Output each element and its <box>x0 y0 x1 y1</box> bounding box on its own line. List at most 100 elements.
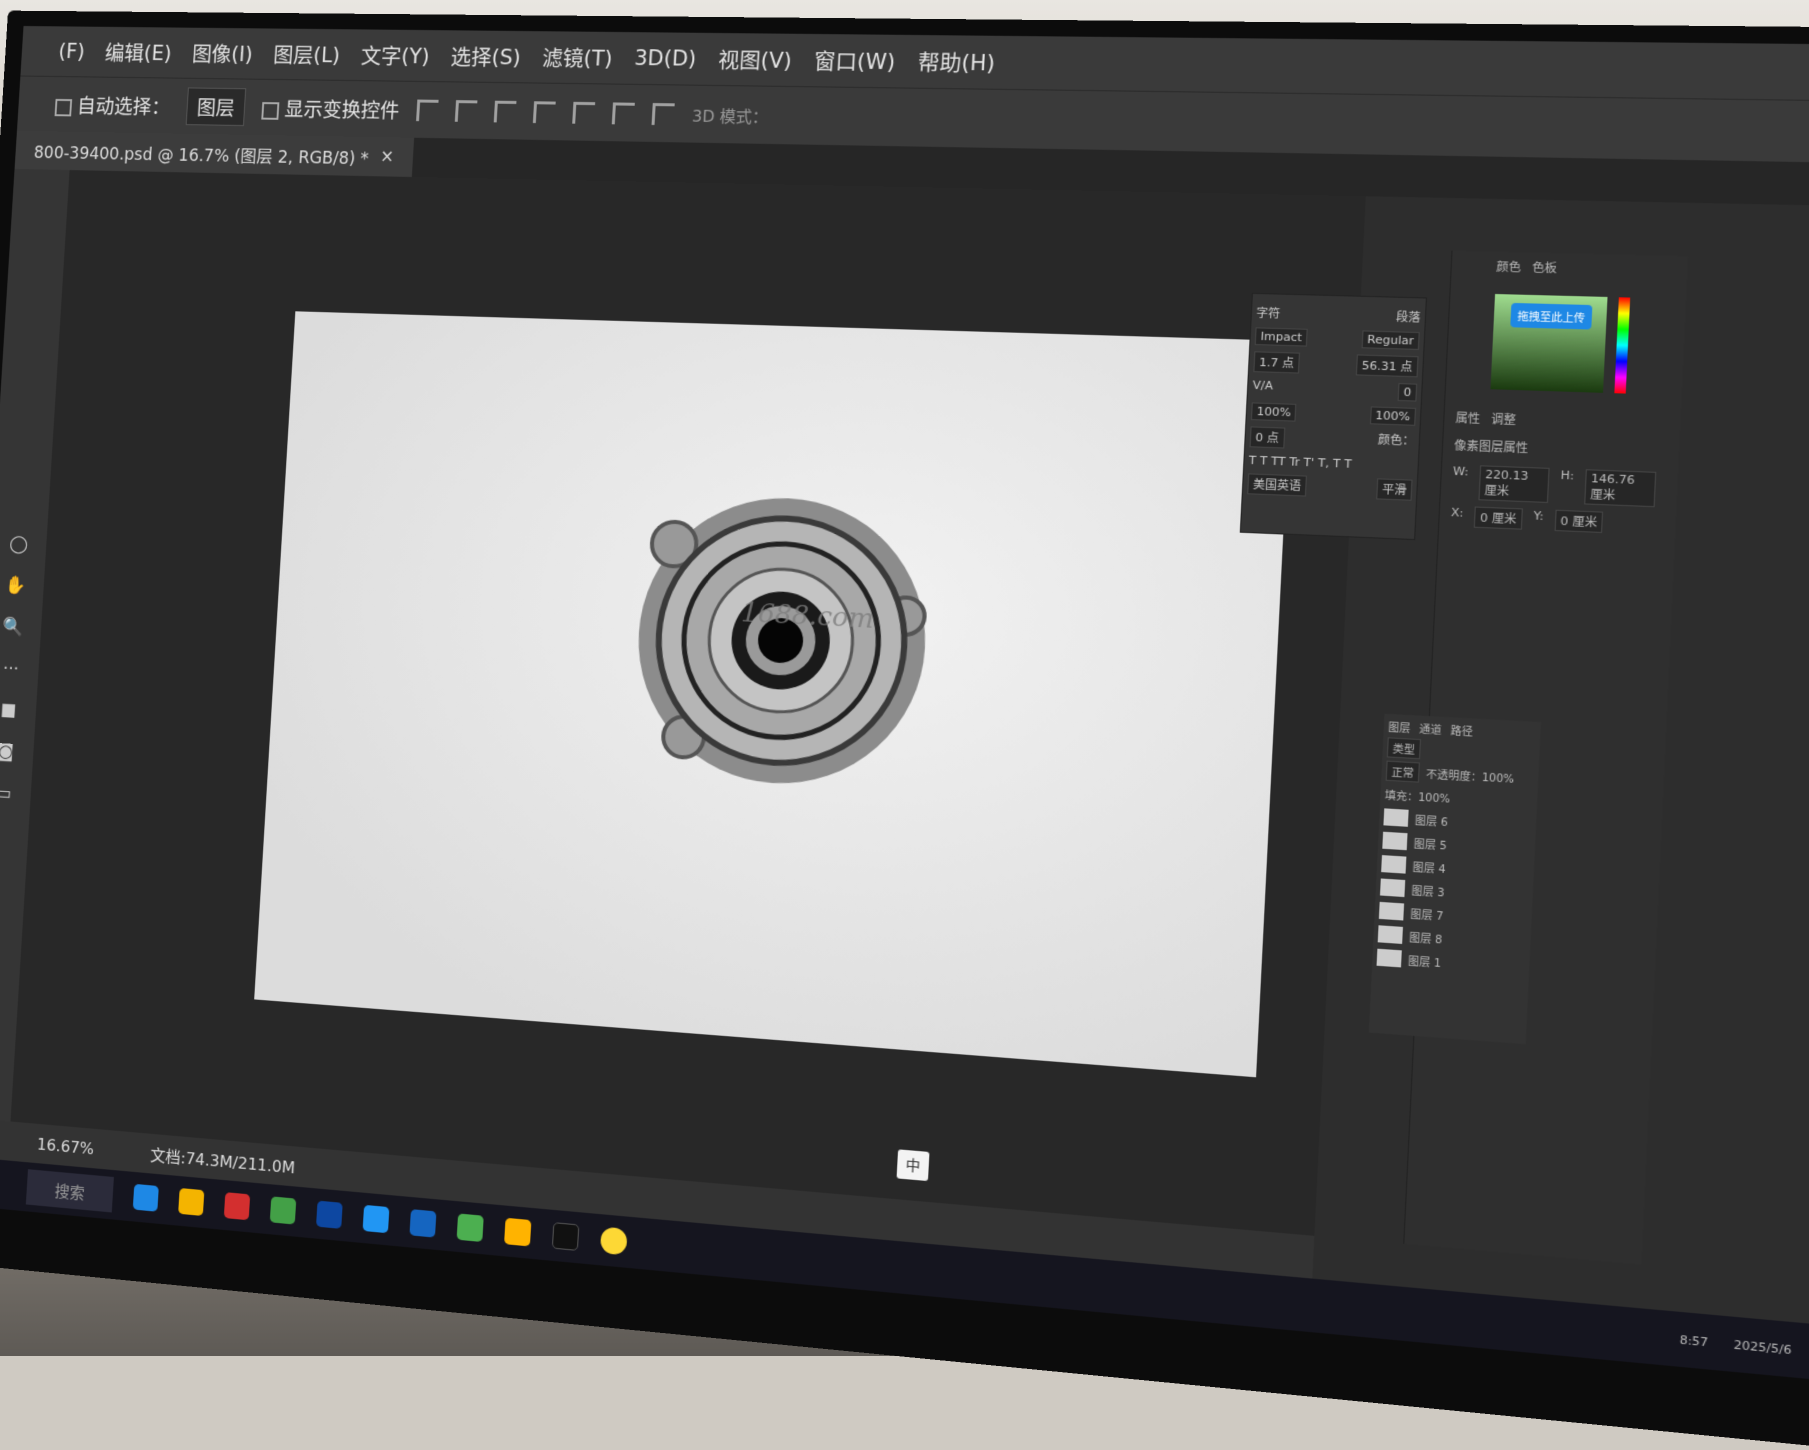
properties-panel: 属性 调整 像素图层属性 W: 220.13 厘米 H: 146.76 厘米 X:… <box>1450 409 1659 535</box>
uu-icon[interactable] <box>409 1209 437 1238</box>
layer-thumbnail <box>1377 925 1403 944</box>
tab-adjustments[interactable]: 调整 <box>1491 410 1516 428</box>
color-swatch-icon[interactable]: ■ <box>0 700 17 721</box>
layer-name: 图层 7 <box>1409 908 1444 923</box>
leading-field[interactable]: 56.31 点 <box>1355 354 1419 378</box>
language-select[interactable]: 美国英语 <box>1247 473 1307 497</box>
3d-mode-label: 3D 模式： <box>691 106 769 127</box>
layer-thumbnail <box>1378 901 1405 921</box>
layer-kind-filter[interactable]: 类型 <box>1386 736 1422 759</box>
menu-3d[interactable]: 3D(D) <box>634 46 697 71</box>
qq-browser-icon[interactable] <box>362 1204 390 1234</box>
show-transform-label: 显示变换控件 <box>283 97 400 123</box>
wechat-icon[interactable] <box>456 1213 484 1243</box>
character-panel: 字符 段落 Impact Regular 1.7 点 56.31 点 V/A 0 100… <box>1239 292 1427 541</box>
clock-time[interactable]: 8:57 <box>1679 1332 1708 1349</box>
blend-mode-select[interactable]: 正常 <box>1385 760 1420 783</box>
prop-title: 像素图层属性 <box>1453 438 1529 456</box>
ellipse-tool-icon[interactable]: ◯ <box>9 534 29 555</box>
document-size: 文档:74.3M/211.0M <box>149 1145 296 1178</box>
height-field[interactable]: 146.76 厘米 <box>1584 469 1657 508</box>
menu-view[interactable]: 视图(V) <box>718 44 793 75</box>
vertical-scale-field[interactable]: 100% <box>1250 402 1297 422</box>
tab-paragraph[interactable]: 段落 <box>1396 308 1421 326</box>
layer-thumbnail <box>1376 948 1402 968</box>
layer-name: 图层 1 <box>1407 955 1442 970</box>
layer-name: 图层 4 <box>1412 861 1446 876</box>
layer-thumbnail <box>1383 808 1409 827</box>
font-family-select[interactable]: Impact <box>1254 327 1308 347</box>
menu-type[interactable]: 文字(Y) <box>360 40 430 70</box>
antialias-select[interactable]: 平滑 <box>1376 478 1413 501</box>
menu-edit[interactable]: 编辑(E) <box>104 37 172 67</box>
tab-swatches[interactable]: 色板 <box>1532 259 1558 277</box>
menu-filter[interactable]: 滤镜(T) <box>541 42 614 73</box>
checkbox-icon <box>261 101 280 120</box>
align-bottom-icon[interactable] <box>493 100 517 123</box>
font-size-field[interactable]: 1.7 点 <box>1253 351 1300 374</box>
tracking-field[interactable]: 0 <box>1397 383 1418 402</box>
opacity-field[interactable]: 不透明度：100% <box>1426 764 1515 786</box>
hue-slider[interactable] <box>1614 297 1631 394</box>
layer-thumbnail <box>1379 878 1406 898</box>
align-left-icon[interactable] <box>532 100 556 123</box>
wps-icon[interactable] <box>223 1192 251 1221</box>
clock-date[interactable]: 2025/5/6 <box>1734 1337 1792 1357</box>
layer-name: 图层 6 <box>1414 814 1449 829</box>
document-canvas[interactable]: 1688.com <box>254 311 1293 1078</box>
auto-select-checkbox[interactable]: 自动选择： <box>54 90 171 120</box>
photoshop-icon[interactable] <box>316 1200 343 1229</box>
menu-select[interactable]: 选择(S) <box>450 41 522 71</box>
layer-name: 图层 8 <box>1408 932 1443 947</box>
bearing-housing-image <box>630 492 943 792</box>
align-vcenter-icon[interactable] <box>454 99 478 122</box>
width-field[interactable]: 220.13 厘米 <box>1478 465 1550 504</box>
menu-layer[interactable]: 图层(L) <box>273 39 341 69</box>
taskbar-search[interactable]: 搜索 <box>25 1169 114 1213</box>
hand-tool-icon[interactable]: ✋ <box>5 575 27 596</box>
tiktok-icon[interactable] <box>551 1222 580 1251</box>
more-tools-icon[interactable]: ··· <box>2 658 19 679</box>
baseline-shift-field[interactable]: 0 点 <box>1249 426 1285 449</box>
auto-select-label: 自动选择： <box>76 94 171 119</box>
color-label: 颜色： <box>1377 432 1415 448</box>
tab-channels[interactable]: 通道 <box>1419 720 1442 737</box>
text-style-buttons[interactable]: T T TT Tr T' T, T T <box>1249 453 1352 470</box>
align-top-icon[interactable] <box>416 99 439 121</box>
layer-select-dropdown[interactable]: 图层 <box>185 87 247 127</box>
y-field[interactable]: 0 厘米 <box>1554 509 1604 534</box>
screen-mode-icon[interactable]: ▭ <box>0 783 12 804</box>
photoshop-window: (F) 编辑(E) 图像(I) 图层(L) 文字(Y) 选择(S) 滤镜(T) … <box>0 26 1809 1327</box>
document-title: 800-39400.psd @ 16.7% (图层 2, RGB/8) * <box>33 143 370 169</box>
chrome-icon[interactable] <box>178 1187 205 1217</box>
menu-window[interactable]: 窗口(W) <box>813 45 896 76</box>
file-explorer-icon[interactable] <box>504 1217 532 1247</box>
tab-paths[interactable]: 路径 <box>1450 722 1473 739</box>
tab-color[interactable]: 颜色 <box>1496 258 1521 276</box>
quick-mask-icon[interactable]: ◙ <box>0 741 14 762</box>
distribute-icon[interactable] <box>651 102 675 125</box>
x-field[interactable]: 0 厘米 <box>1474 506 1523 530</box>
menu-image[interactable]: 图像(I) <box>191 38 253 68</box>
menu-file[interactable]: (F) <box>58 40 86 63</box>
layer-thumbnail <box>1381 855 1407 874</box>
canvas-workspace: 1688.com <box>10 170 1366 1236</box>
align-hcenter-icon[interactable] <box>572 101 596 124</box>
zoom-level[interactable]: 16.67% <box>36 1134 94 1158</box>
yellow-app-icon[interactable] <box>599 1226 628 1256</box>
ie-icon[interactable] <box>269 1196 297 1225</box>
tab-properties[interactable]: 属性 <box>1455 409 1480 427</box>
tab-character[interactable]: 字符 <box>1256 304 1281 321</box>
fill-field[interactable]: 填充：100% <box>1385 786 1451 806</box>
show-transform-checkbox[interactable]: 显示变换控件 <box>261 93 400 123</box>
menu-help[interactable]: 帮助(H) <box>917 46 996 77</box>
tab-layers[interactable]: 图层 <box>1388 718 1411 735</box>
close-icon[interactable]: × <box>380 147 395 167</box>
edge-icon[interactable] <box>132 1183 159 1212</box>
font-style-select[interactable]: Regular <box>1361 330 1420 350</box>
horizontal-scale-field[interactable]: 100% <box>1369 406 1417 426</box>
zoom-tool-icon[interactable]: 🔍 <box>3 616 25 637</box>
align-right-icon[interactable] <box>611 101 635 125</box>
upload-badge[interactable]: 拖拽至此上传 <box>1510 302 1593 330</box>
ime-toolbar[interactable]: 中 <box>896 1149 930 1182</box>
